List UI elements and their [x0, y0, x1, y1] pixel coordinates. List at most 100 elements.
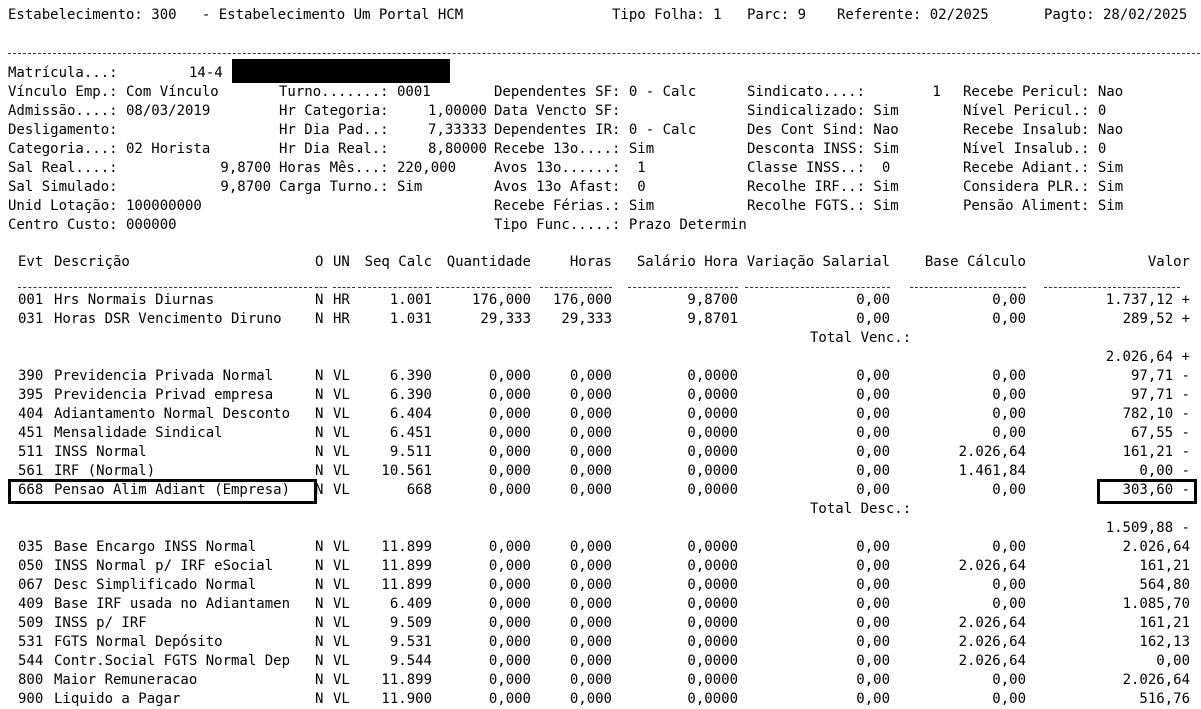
pagto: Pagto: 28/02/2025 [1044, 7, 1188, 23]
column-header-qtd: Quantidade [446, 254, 531, 270]
highlight-box-description [8, 479, 317, 504]
info-col4-field: Sindicalizado: Sim [747, 103, 899, 119]
table-cell-desc: Hrs Normais Diurnas [54, 292, 215, 308]
table-cell-horas: 0,000 [569, 368, 612, 384]
table-cell-horas: 0,000 [569, 444, 612, 460]
table-cell-var: 0,00 [856, 425, 890, 441]
table-cell-qtd: 0,000 [488, 577, 531, 593]
table-cell-valor: 0,00 [1156, 653, 1190, 669]
column-underline [358, 287, 432, 288]
table-cell-horas: 0,000 [569, 482, 612, 498]
table-cell-qtd: 0,000 [488, 406, 531, 422]
info-col2-field: Carga Turno.: Sim [279, 179, 423, 195]
table-cell-un: HR [333, 311, 350, 327]
info-col3-field: Dependentes SF: 0 - Calc [494, 84, 697, 100]
table-cell-seq: 9.544 [389, 653, 432, 669]
info-col1-field: Admissão....: 08/03/2019 [8, 103, 211, 119]
table-cell-valor: 2.026,64 [1122, 539, 1190, 555]
table-cell-desc: FGTS Normal Depósito [54, 634, 223, 650]
info-col3-field: Data Vencto SF: [494, 103, 621, 119]
table-cell-seq: 11.899 [381, 558, 432, 574]
column-underline [628, 287, 738, 288]
table-cell-base: 0,00 [992, 311, 1026, 327]
table-cell-valor: 2.026,64 [1122, 672, 1190, 688]
table-cell-seq: 10.561 [381, 463, 432, 479]
table-cell-valor: 564,80 [1139, 577, 1190, 593]
info-col4-field: Recolhe IRF..: Sim [747, 179, 899, 195]
table-cell-seq: 6.404 [389, 406, 432, 422]
table-cell-var: 0,00 [856, 691, 890, 707]
table-cell-var: 0,00 [856, 368, 890, 384]
table-cell-qtd: 29,333 [480, 311, 531, 327]
table-cell-un: VL [333, 558, 350, 574]
table-cell-base: 0,00 [992, 406, 1026, 422]
column-header-sal: Salário Hora [636, 254, 738, 270]
table-cell-valor: 97,71 - [1130, 387, 1190, 403]
table-cell-base: 0,00 [992, 425, 1026, 441]
table-cell-seq: 9.531 [389, 634, 432, 650]
table-cell-seq: 9.511 [389, 444, 432, 460]
table-cell-base: 2.026,64 [958, 444, 1026, 460]
table-cell-valor: 161,21 [1139, 558, 1190, 574]
table-cell-desc: INSS p/ IRF [54, 615, 147, 631]
table-cell-sal: 0,0000 [687, 444, 738, 460]
table-cell-base: 0,00 [992, 387, 1026, 403]
table-cell-desc: Desc Simplificado Normal [54, 577, 257, 593]
table-cell-seq: 9.509 [389, 615, 432, 631]
table-cell-base: 1.461,84 [958, 463, 1026, 479]
table-cell-base: 2.026,64 [958, 653, 1026, 669]
table-cell-evt: 067 [18, 577, 44, 593]
table-cell-desc: Contr.Social FGTS Normal Dep [54, 653, 291, 669]
table-cell-un: VL [333, 577, 350, 593]
column-underline [315, 287, 327, 288]
table-cell-o: N [315, 425, 324, 441]
parcela: Parc: 9 [747, 7, 807, 23]
table-cell-horas: 0,000 [569, 577, 612, 593]
table-cell-var: 0,00 [856, 482, 890, 498]
matricula-label: Matrícula...: [8, 65, 118, 81]
table-cell-desc: Previdencia Privada Normal [54, 368, 274, 384]
table-cell-o: N [315, 387, 324, 403]
info-col2-field: Horas Mês...: 220,000 [279, 160, 457, 176]
table-cell-un: VL [333, 482, 350, 498]
table-cell-var: 0,00 [856, 539, 890, 555]
table-cell-base: 0,00 [992, 691, 1026, 707]
table-cell-base: 0,00 [992, 539, 1026, 555]
table-cell-qtd: 0,000 [488, 672, 531, 688]
column-underline [333, 287, 355, 288]
table-cell-horas: 0,000 [569, 425, 612, 441]
table-cell-o: N [315, 634, 324, 650]
info-col1-value: 9,8700 [220, 179, 271, 195]
table-cell-horas: 0,000 [569, 596, 612, 612]
table-cell-sal: 0,0000 [687, 615, 738, 631]
column-header-desc: Descrição [54, 254, 130, 270]
table-cell-horas: 176,000 [552, 292, 612, 308]
table-cell-qtd: 0,000 [488, 653, 531, 669]
table-cell-evt: 544 [18, 653, 44, 669]
table-cell-valor: 516,76 [1139, 691, 1190, 707]
table-cell-seq: 11.899 [381, 539, 432, 555]
table-cell-seq: 11.900 [381, 691, 432, 707]
total-label: Total Venc.: [810, 330, 912, 346]
column-underline [436, 287, 531, 288]
table-cell-seq: 6.409 [389, 596, 432, 612]
table-cell-base: 0,00 [992, 596, 1026, 612]
table-cell-valor: 161,21 - [1122, 444, 1190, 460]
table-cell-var: 0,00 [856, 596, 890, 612]
info-col1-field: Centro Custo: 000000 [8, 217, 177, 233]
table-cell-o: N [315, 292, 324, 308]
column-underline [910, 287, 1026, 288]
table-cell-evt: 031 [18, 311, 44, 327]
table-cell-desc: Maior Remuneracao [54, 672, 198, 688]
table-cell-horas: 0,000 [569, 558, 612, 574]
header-divider [8, 53, 1200, 54]
info-col1-field: Sal Real....: [8, 160, 118, 176]
table-cell-var: 0,00 [856, 615, 890, 631]
table-cell-evt: 531 [18, 634, 44, 650]
table-cell-desc: Base Encargo INSS Normal [54, 539, 257, 555]
info-col3-field: Avos 13o......: 1 [494, 160, 646, 176]
column-underline [1044, 287, 1180, 288]
table-cell-desc: Horas DSR Vencimento Diruno [54, 311, 282, 327]
table-cell-un: VL [333, 539, 350, 555]
table-cell-var: 0,00 [856, 292, 890, 308]
